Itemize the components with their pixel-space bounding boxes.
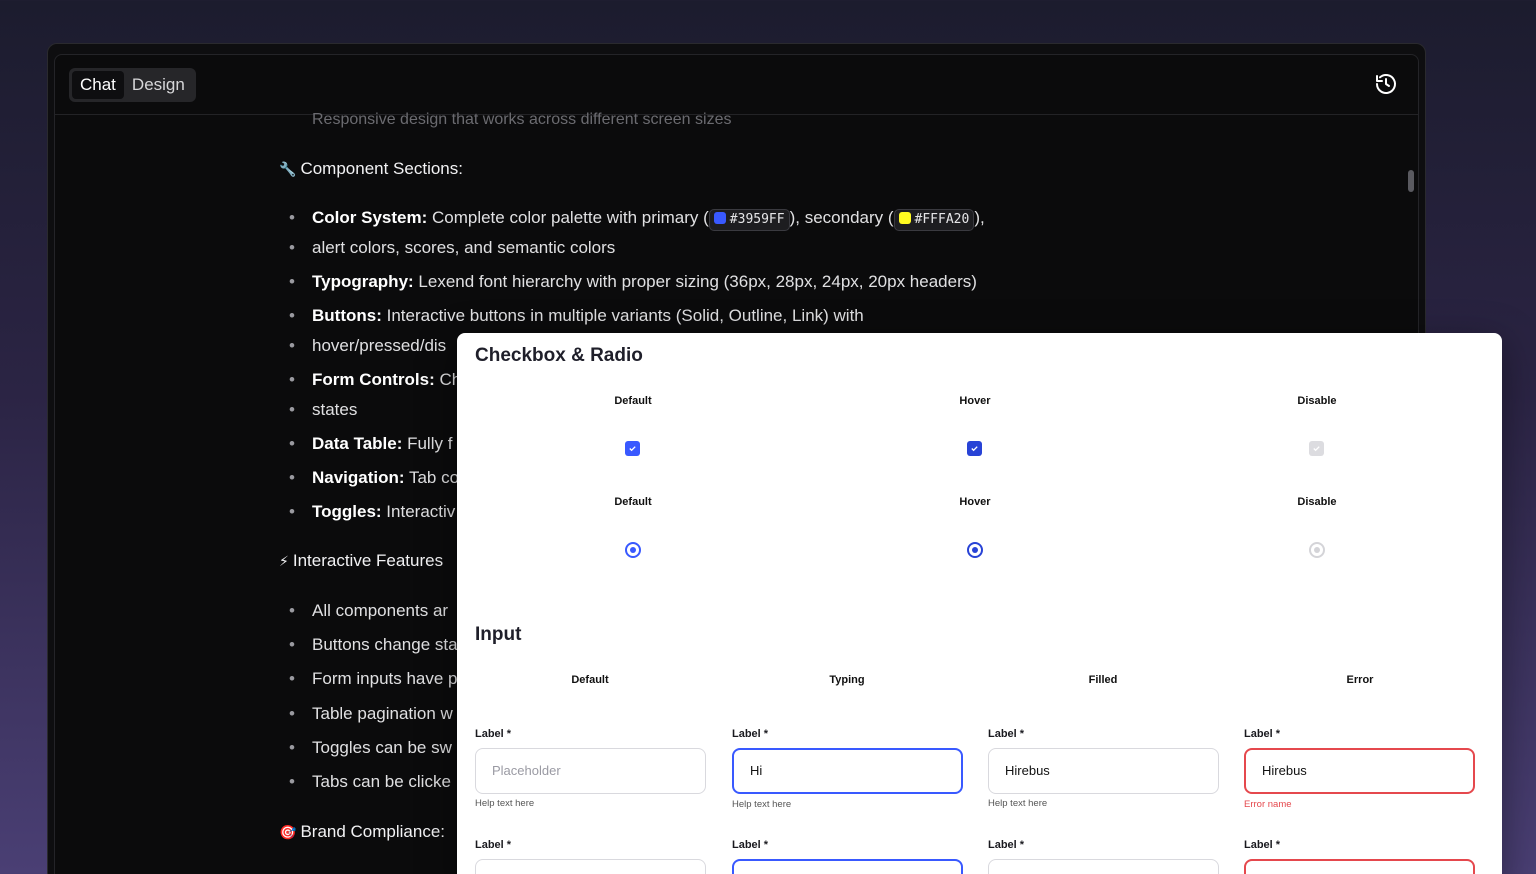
top-bar: Chat Design — [55, 55, 1418, 115]
list-item: Table pagination w — [289, 699, 453, 728]
help-text: Help text here — [988, 798, 1048, 809]
wrench-icon: 🔧 — [279, 161, 297, 177]
list-item: Toggles: Interactiv — [289, 497, 455, 526]
tab-design[interactable]: Design — [124, 71, 193, 99]
scrollbar-thumb[interactable] — [1408, 170, 1414, 192]
checkbox-radio-title: Checkbox & Radio — [475, 345, 643, 366]
list-item: Buttons change sta — [289, 630, 458, 659]
check-icon — [629, 446, 636, 452]
list-item: Navigation: Tab co — [289, 463, 459, 492]
input-typing[interactable]: Hi — [732, 748, 963, 794]
checkbox-state-default: Default — [614, 395, 652, 407]
list-item: Toggles can be sw — [289, 733, 452, 762]
checkbox-disabled — [1309, 441, 1324, 456]
list-item: Typography: Lexend font hierarchy with p… — [289, 267, 977, 296]
radio-default[interactable] — [625, 542, 641, 558]
input-default[interactable]: Placeholder — [475, 748, 706, 794]
input-error[interactable]: Hirebus — [1244, 748, 1475, 794]
design-preview-panel: Checkbox & Radio Default Hover Disable D… — [457, 333, 1502, 874]
radio-disabled — [1309, 542, 1325, 558]
list-item: Tabs can be clicke — [289, 767, 451, 796]
section-title-components: 🔧 Component Sections: — [279, 159, 463, 178]
checkbox-state-hover: Hover — [959, 395, 991, 407]
list-item-continuation: alert colors, scores, and semantic color… — [289, 233, 615, 262]
input-label: Label * — [475, 728, 512, 740]
radio-hover[interactable] — [967, 542, 983, 558]
color-chip-secondary: #FFFA20 — [893, 209, 975, 231]
radio-state-disable: Disable — [1297, 496, 1337, 508]
check-icon — [1313, 446, 1320, 452]
list-item: Buttons: Interactive buttons in multiple… — [289, 301, 864, 330]
lightning-icon: ⚡ — [279, 553, 289, 569]
checkbox-default[interactable] — [625, 441, 640, 456]
input-label: Label * — [732, 839, 769, 851]
input-title: Input — [475, 624, 522, 645]
input-state-typing: Typing — [829, 674, 865, 686]
list-item: Data Table: Fully f — [289, 429, 452, 458]
list-item-continuation: hover/pressed/dis — [289, 331, 446, 360]
history-icon[interactable] — [1374, 72, 1398, 96]
input-row2-error[interactable] — [1244, 859, 1475, 874]
checkbox-state-disable: Disable — [1297, 395, 1337, 407]
input-label: Label * — [732, 728, 769, 740]
list-item: All components ar — [289, 596, 448, 625]
input-state-default: Default — [571, 674, 609, 686]
color-chip-primary: #3959FF — [708, 209, 790, 231]
input-label: Label * — [1244, 728, 1281, 740]
swatch-secondary — [898, 212, 911, 224]
help-text: Help text here — [475, 798, 535, 809]
section-title-interactive: ⚡ Interactive Features — [279, 551, 444, 570]
help-text: Help text here — [732, 799, 792, 810]
section-title-brand: 🎯 Brand Compliance: — [279, 822, 446, 841]
faded-bullet: Responsive design that works across diff… — [312, 111, 732, 128]
swatch-primary — [713, 212, 726, 224]
list-item-continuation: states — [289, 395, 357, 424]
input-filled[interactable]: Hirebus — [988, 748, 1219, 794]
radio-state-default: Default — [614, 496, 652, 508]
input-label: Label * — [988, 839, 1025, 851]
input-state-filled: Filled — [1088, 674, 1118, 686]
input-label: Label * — [1244, 839, 1281, 851]
input-label: Label * — [988, 728, 1025, 740]
list-item: Form inputs have p — [289, 664, 458, 693]
check-icon — [971, 446, 978, 452]
input-row2-typing[interactable] — [732, 859, 963, 874]
tab-chat[interactable]: Chat — [72, 71, 124, 99]
list-item: Form Controls: Ch — [289, 365, 461, 394]
error-text: Error name — [1244, 799, 1292, 810]
tab-switcher: Chat Design — [69, 68, 196, 102]
radio-state-hover: Hover — [959, 496, 991, 508]
list-item: Color System: Complete color palette wit… — [289, 203, 985, 232]
target-icon: 🎯 — [279, 824, 297, 840]
input-row2-default[interactable] — [475, 859, 706, 874]
checkbox-hover[interactable] — [967, 441, 982, 456]
input-state-error: Error — [1346, 674, 1374, 686]
input-row2-filled[interactable] — [988, 859, 1219, 874]
input-label: Label * — [475, 839, 512, 851]
